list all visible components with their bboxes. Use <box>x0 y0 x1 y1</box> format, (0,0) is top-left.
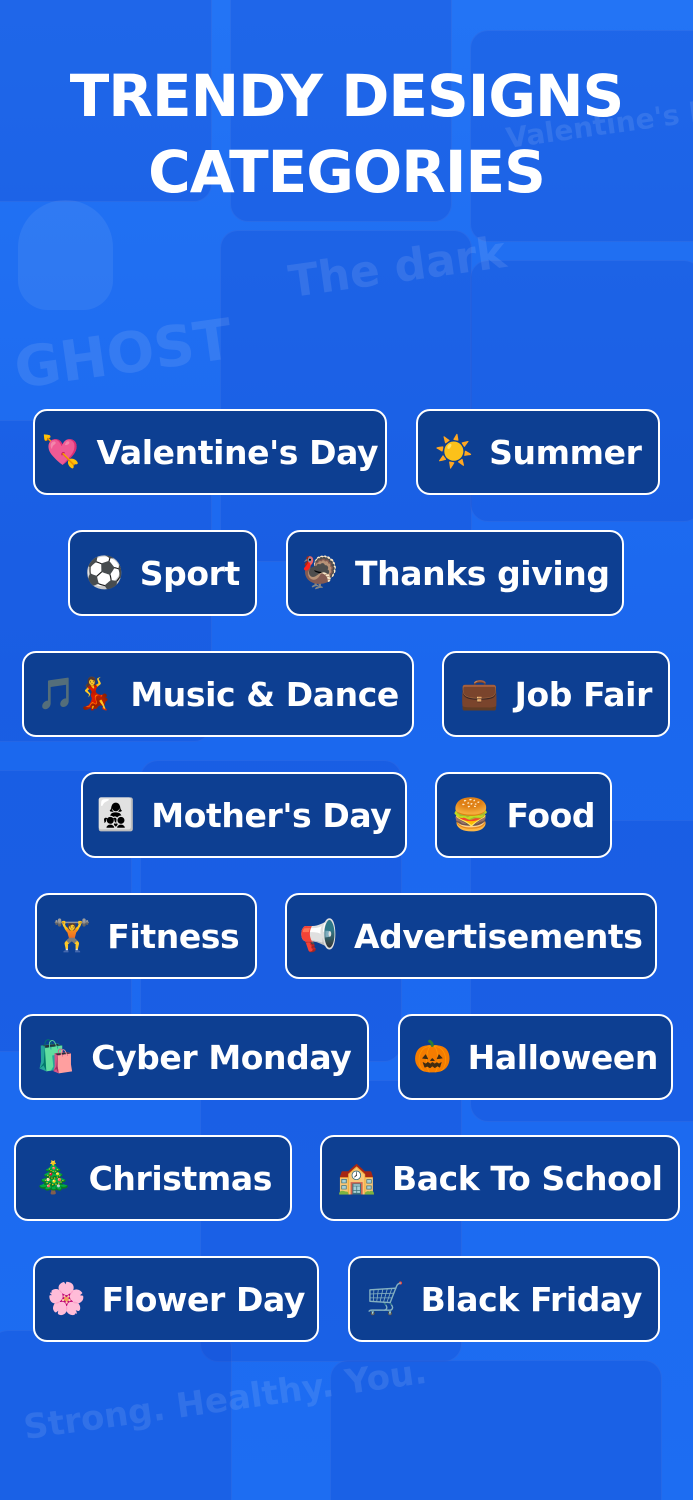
flower-icon: 🌸 <box>47 1280 86 1317</box>
category-label: Sport <box>139 553 241 593</box>
category-sport[interactable]: ⚽ Sport <box>68 530 257 616</box>
category-back-to-school[interactable]: 🏫 Back To School <box>320 1135 680 1221</box>
soccer-ball-icon: ⚽ <box>85 554 124 591</box>
bg-text-ghost: GHOST <box>10 307 237 402</box>
category-christmas[interactable]: 🎄 Christmas <box>14 1135 292 1221</box>
category-label: Flower Day <box>101 1279 306 1319</box>
category-label: Back To School <box>392 1158 663 1198</box>
christmas-tree-icon: 🎄 <box>33 1159 73 1196</box>
category-label: Mother's Day <box>151 795 392 835</box>
category-label: Halloween <box>467 1037 659 1077</box>
category-food[interactable]: 🍔 Food <box>435 772 612 858</box>
category-label: Christmas <box>88 1158 273 1198</box>
category-fitness[interactable]: 🏋️ Fitness <box>35 893 257 979</box>
category-music-dance[interactable]: 🎵💃 Music & Dance <box>22 651 414 737</box>
category-halloween[interactable]: 🎃 Halloween <box>398 1014 673 1100</box>
school-icon: 🏫 <box>337 1159 376 1196</box>
category-label: Job Fair <box>514 674 653 714</box>
skull-decoration <box>18 200 113 310</box>
heart-with-arrow-icon: 💘 <box>41 433 81 470</box>
category-label: Thanks giving <box>355 553 610 593</box>
shopping-cart-icon: 🛒 <box>366 1280 405 1317</box>
category-advertisements[interactable]: 📢 Advertisements <box>285 893 657 979</box>
title-line-2: CATEGORIES <box>148 138 546 206</box>
weightlifter-icon: 🏋️ <box>52 917 92 954</box>
category-flower-day[interactable]: 🌸 Flower Day <box>33 1256 319 1342</box>
category-thanksgiving[interactable]: 🦃 Thanks giving <box>286 530 624 616</box>
shopping-bags-icon: 🛍️ <box>36 1038 76 1075</box>
category-label: Summer <box>489 432 642 472</box>
category-black-friday[interactable]: 🛒 Black Friday <box>348 1256 660 1342</box>
turkey-icon: 🦃 <box>300 554 340 591</box>
pumpkin-icon: 🎃 <box>413 1038 452 1075</box>
category-valentines-day[interactable]: 💘 Valentine's Day <box>33 409 387 495</box>
category-cyber-monday[interactable]: 🛍️ Cyber Monday <box>19 1014 369 1100</box>
megaphone-icon: 📢 <box>299 917 339 954</box>
category-label: Valentine's Day <box>96 432 379 472</box>
title-line-1: TRENDY DESIGNS <box>69 62 625 130</box>
category-job-fair[interactable]: 💼 Job Fair <box>442 651 670 737</box>
category-label: Food <box>506 795 596 835</box>
category-summer[interactable]: ☀️ Summer <box>416 409 660 495</box>
burger-icon: 🍔 <box>451 796 491 833</box>
category-label: Fitness <box>107 916 240 956</box>
category-mothers-day[interactable]: 👩‍👧‍👦 Mother's Day <box>81 772 407 858</box>
family-icon: 👩‍👧‍👦 <box>96 796 136 833</box>
music-dance-icon: 🎵💃 <box>37 675 115 712</box>
sun-icon: ☀️ <box>434 433 474 470</box>
page-title: TRENDY DESIGNS CATEGORIES <box>0 58 693 210</box>
category-label: Advertisements <box>354 916 643 956</box>
category-label: Music & Dance <box>130 674 399 714</box>
category-label: Cyber Monday <box>91 1037 352 1077</box>
briefcase-icon: 💼 <box>460 675 499 712</box>
category-label: Black Friday <box>420 1279 643 1319</box>
